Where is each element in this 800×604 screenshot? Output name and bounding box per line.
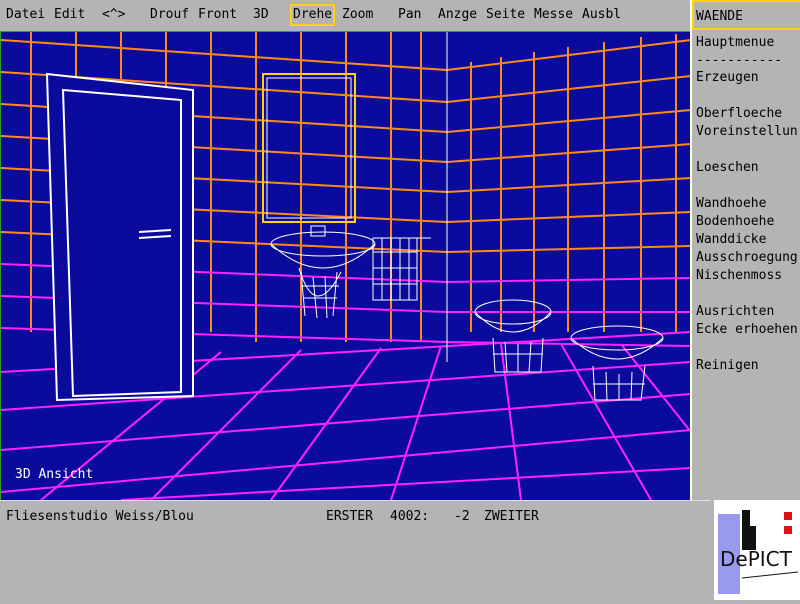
status-second-label: ZWEITER: [484, 509, 539, 524]
sidebar-title: WAENDE: [692, 0, 800, 30]
logo-text: DePICT: [720, 547, 793, 571]
mirror-glass: [266, 77, 352, 219]
status-first-value: 4002:: [390, 509, 430, 524]
menu-edit[interactable]: Edit: [54, 6, 85, 24]
status-bar: Fliesenstudio Weiss/Blou ERSTER 4002: -2…: [0, 500, 710, 531]
view-label: 3D Ansicht: [15, 467, 94, 482]
bathroom-wireframe-scene: [1, 32, 691, 500]
sidebar-item-loeschen[interactable]: Loeschen: [696, 159, 759, 177]
sidebar-item-hauptmenue[interactable]: Hauptmenue: [696, 34, 774, 52]
menu-undo[interactable]: <^>: [102, 6, 125, 24]
sidebar-item-erzeugen[interactable]: Erzeugen: [696, 69, 759, 87]
status-first-label: ERSTER: [326, 509, 373, 524]
toilet-wireframe: [474, 299, 552, 373]
menu-zoom[interactable]: Zoom: [342, 6, 373, 24]
menu-3d[interactable]: 3D: [253, 6, 269, 24]
menu-anzge[interactable]: Anzge: [438, 6, 477, 24]
sidebar-item-wandhoehe[interactable]: Wandhoehe: [696, 195, 766, 213]
right-wall-tile-grid: [446, 34, 691, 332]
sidebar-item-bodenhoehe[interactable]: Bodenhoehe: [696, 213, 774, 231]
menu-seite[interactable]: Seite: [486, 6, 525, 24]
sidebar-item-ausschroegung[interactable]: Ausschroegung: [696, 249, 798, 267]
sidebar-item-oberfloeche[interactable]: Oberfloeche: [696, 105, 782, 123]
towel-wireframe: [372, 237, 431, 301]
menu-messe[interactable]: Messe: [534, 6, 573, 24]
menu-pan[interactable]: Pan: [398, 6, 421, 24]
sidebar-item-voreinstellun[interactable]: Voreinstellun: [696, 123, 798, 141]
status-second-value: -2: [454, 509, 470, 524]
sidebar-item-ecke-erhoehen[interactable]: Ecke erhoehen: [696, 321, 798, 339]
menu-bar: Datei Edit <^> Drouf Front 3D Drehe Zoom…: [0, 0, 690, 30]
sidebar-item-nischenmoss[interactable]: Nischenmoss: [696, 267, 782, 285]
menu-drehe[interactable]: Drehe: [289, 4, 336, 26]
menu-drouf[interactable]: Drouf: [150, 6, 189, 24]
logo-graphic: DePICT: [714, 500, 800, 600]
sidebar-item-ausrichten[interactable]: Ausrichten: [696, 303, 774, 321]
mirror-frame: [262, 73, 356, 223]
menu-front[interactable]: Front: [198, 6, 237, 24]
door-wireframe: [45, 72, 194, 402]
depict-logo: DePICT: [712, 500, 800, 600]
menu-ausbl[interactable]: Ausbl: [582, 6, 621, 24]
menu-datei[interactable]: Datei: [6, 6, 45, 24]
sidebar-menu: WAENDE Hauptmenue ----------- Erzeugen O…: [690, 0, 800, 500]
status-project-name: Fliesenstudio Weiss/Blou: [6, 509, 194, 524]
sink-wireframe: [270, 225, 376, 319]
3d-viewport[interactable]: 3D Ansicht: [0, 31, 691, 500]
sidebar-item-reinigen[interactable]: Reinigen: [696, 357, 759, 375]
command-area: [0, 531, 710, 600]
sidebar-item-wanddicke[interactable]: Wanddicke: [696, 231, 766, 249]
sidebar-separator: -----------: [696, 53, 783, 68]
